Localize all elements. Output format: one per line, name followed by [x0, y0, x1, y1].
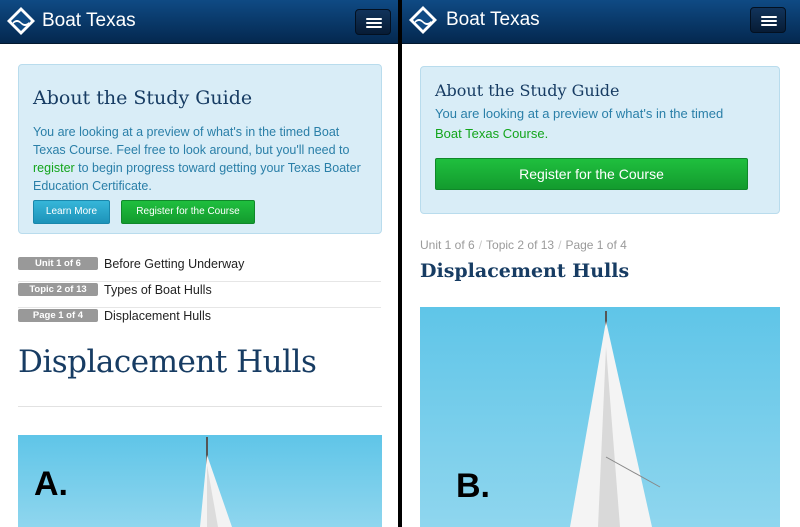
sailboat-image: B. [420, 307, 780, 527]
page-badge: Page 1 of 4 [18, 309, 98, 322]
unit-label: Before Getting Underway [104, 257, 245, 271]
register-link[interactable]: register [33, 161, 75, 175]
register-course-button[interactable]: Register for the Course [121, 200, 255, 224]
info-box-title: About the Study Guide [435, 81, 620, 100]
boat-texas-logo-icon[interactable] [408, 5, 438, 35]
info-box-text: You are looking at a preview of what's i… [33, 125, 361, 193]
breadcrumb: Unit 1 of 6/Topic 2 of 13/Page 1 of 4 [420, 238, 627, 252]
brand-name[interactable]: Boat Texas [446, 9, 540, 31]
course-link[interactable]: Boat Texas Course. [435, 126, 548, 141]
unit-badge: Unit 1 of 6 [18, 257, 98, 270]
image-label: B. [456, 467, 490, 505]
navbar: Boat Texas [0, 0, 398, 44]
info-box-title: About the Study Guide [33, 87, 253, 109]
breadcrumb-unit[interactable]: Unit 1 of 6 [420, 238, 475, 252]
breadcrumb-page[interactable]: Page 1 of 4 [565, 238, 626, 252]
topic-label: Types of Boat Hulls [104, 283, 212, 297]
study-guide-info-box: About the Study Guide You are looking at… [420, 66, 780, 214]
breadcrumb-page[interactable]: Page 1 of 4 Displacement Hulls [18, 308, 381, 334]
page-title: Displacement Hulls [420, 260, 630, 282]
hamburger-icon [366, 18, 382, 20]
breadcrumb-unit[interactable]: Unit 1 of 6 Before Getting Underway [18, 256, 381, 282]
hamburger-icon [761, 16, 777, 18]
menu-toggle-button[interactable] [355, 9, 391, 35]
menu-toggle-button[interactable] [750, 7, 786, 33]
mobile-view-b: Boat Texas About the Study Guide You are… [402, 0, 800, 527]
breadcrumb-topic[interactable]: Topic 2 of 13 Types of Boat Hulls [18, 282, 381, 308]
boat-texas-logo-icon[interactable] [6, 6, 36, 36]
image-label: A. [34, 465, 68, 503]
page-label: Displacement Hulls [104, 309, 211, 323]
divider [18, 406, 382, 407]
topic-badge: Topic 2 of 13 [18, 283, 98, 296]
sail-icon [200, 437, 232, 527]
breadcrumb-topic[interactable]: Topic 2 of 13 [486, 238, 554, 252]
brand-name[interactable]: Boat Texas [42, 10, 136, 32]
sailboat-image: A. [18, 435, 382, 527]
navbar: Boat Texas [402, 0, 800, 44]
page-title: Displacement Hulls [18, 344, 317, 380]
study-guide-info-box: About the Study Guide You are looking at… [18, 64, 382, 234]
register-course-button[interactable]: Register for the Course [435, 158, 748, 190]
mobile-view-a: Boat Texas About the Study Guide You are… [0, 0, 398, 527]
info-box-text: You are looking at a preview of what's i… [435, 106, 724, 141]
learn-more-button[interactable]: Learn More [33, 200, 110, 224]
